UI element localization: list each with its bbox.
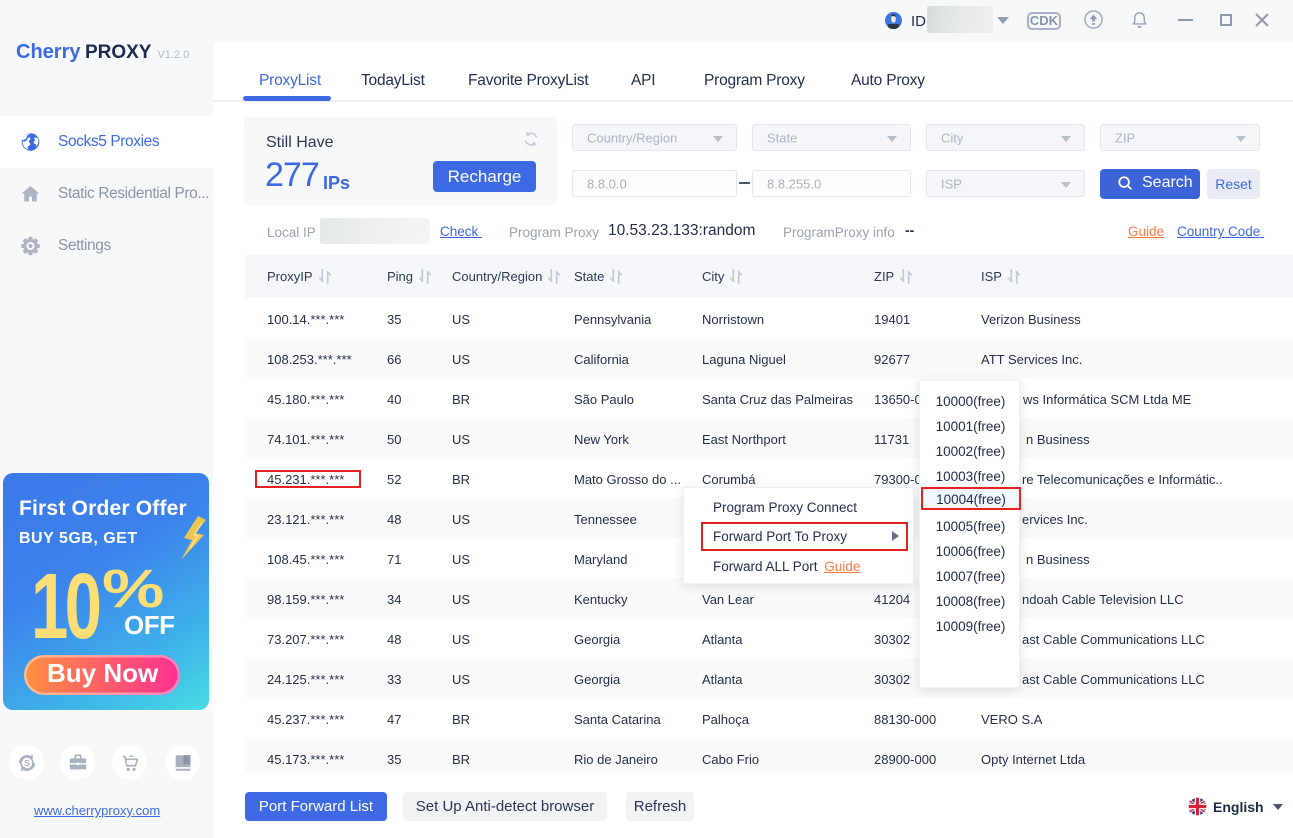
svg-text:S: S <box>24 759 30 768</box>
